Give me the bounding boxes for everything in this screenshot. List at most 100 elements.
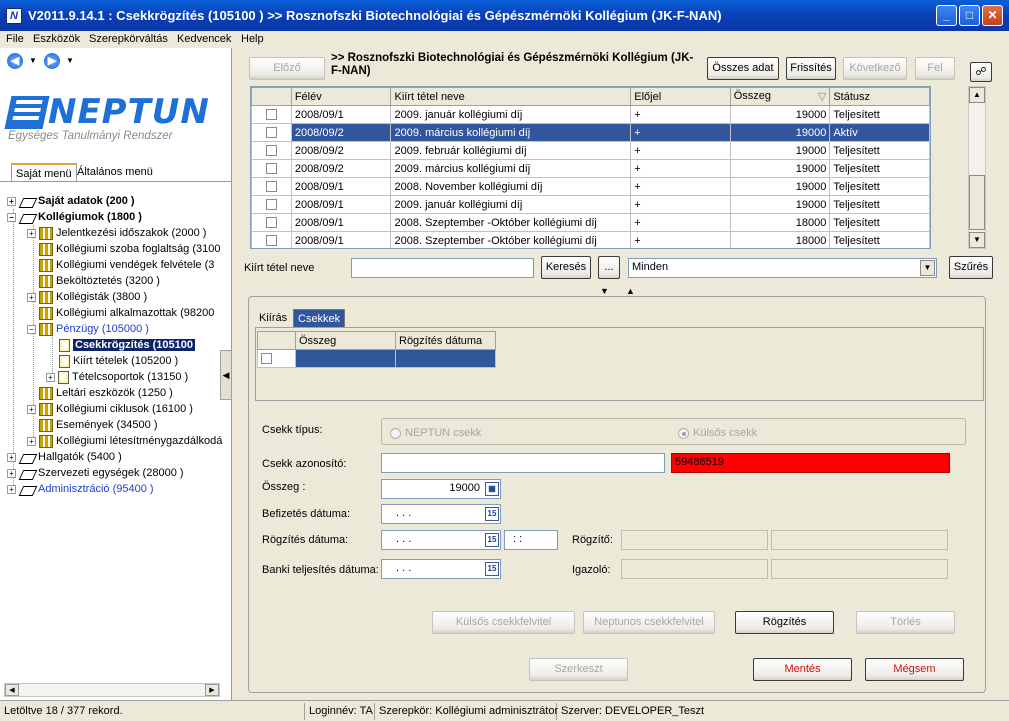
next-button[interactable]: Következő (843, 57, 907, 80)
cancel-button[interactable]: Mégsem (865, 658, 964, 681)
back-dropdown-icon[interactable]: ▼ (29, 56, 37, 65)
col-header-semester[interactable]: Félév (290, 87, 392, 106)
tab-checks[interactable]: Csekkek (293, 309, 346, 328)
tree-item-item-groups[interactable]: + Tételcsoportok (13150 ) (46, 369, 188, 385)
row-checkbox[interactable] (265, 217, 277, 229)
col-header-sign[interactable]: Előjel (630, 87, 731, 106)
search-button[interactable]: Keresés (541, 256, 591, 279)
tree-item-finance[interactable]: − Pénzügy (105000 ) (27, 321, 149, 337)
prev-button[interactable]: Előző (249, 57, 325, 80)
table-row[interactable]: 2008/09/1 2008. Szeptember -Október kollé… (251, 231, 930, 248)
scroll-right-icon[interactable]: ▶ (205, 684, 219, 696)
tree-item-inventory[interactable]: Leltári eszközök (1250 ) (39, 385, 173, 401)
tree-item-residents[interactable]: + Kollégisták (3800 ) (27, 289, 147, 305)
tab-general-menu[interactable]: Általános menü (73, 163, 157, 182)
table-row[interactable] (257, 349, 496, 368)
tree-item-check-recording[interactable]: Csekkrögzítés (105100 (59, 337, 196, 353)
tab-listing[interactable]: Kiírás (255, 309, 291, 328)
edit-button[interactable]: Szerkeszt (529, 658, 628, 681)
col-header-item-name[interactable]: Kiírt tétel neve (390, 87, 632, 106)
table-row[interactable]: 2008/09/2 2009. február kollégiumi díj +19… (251, 141, 930, 160)
bank-date-input[interactable]: . . . 15 (381, 559, 501, 579)
col-header-amount[interactable]: Összeg (295, 331, 396, 350)
row-checkbox[interactable] (265, 235, 277, 247)
forward-icon[interactable]: ▶ (44, 53, 60, 69)
row-checkbox[interactable] (261, 353, 272, 365)
menu-help[interactable]: Help (241, 33, 264, 45)
row-checkbox[interactable] (265, 127, 277, 139)
row-checkbox[interactable] (265, 181, 277, 193)
check-id-input[interactable] (381, 453, 665, 473)
table-row[interactable]: 2008/09/1 2009. január kollégiumi díj +190… (251, 105, 930, 124)
calculator-icon[interactable]: ▦ (485, 482, 499, 496)
table-row[interactable]: 2008/09/1 2009. január kollégiumi díj +190… (251, 195, 930, 214)
scroll-left-icon[interactable]: ◀ (5, 684, 19, 696)
tree-item-facilities[interactable]: + Kollégiumi létesítménygazdálkodá (27, 433, 222, 449)
calendar-icon[interactable]: 15 (485, 507, 499, 521)
splitter-up-icon[interactable]: ▲ (626, 286, 635, 296)
splitter-down-icon[interactable]: ▼ (600, 286, 609, 296)
tree-item-move-in[interactable]: Beköltöztetés (3200 ) (39, 273, 160, 289)
tree-item-students[interactable]: + Hallgatók (5400 ) (7, 449, 122, 465)
record-button[interactable]: Rögzítés (735, 611, 834, 634)
minimize-button[interactable]: _ (936, 5, 957, 26)
calendar-icon[interactable]: 15 (485, 562, 499, 576)
row-checkbox[interactable] (265, 109, 277, 121)
record-date-input[interactable]: . . . 15 (381, 530, 501, 550)
left-horizontal-scrollbar[interactable]: ◀ ▶ (4, 683, 220, 697)
window-title-bar[interactable]: N V2011.9.14.1 : Csekkrögzítés (105100 )… (0, 0, 1009, 31)
refresh-button[interactable]: Frissítés (786, 57, 836, 80)
chevron-down-icon[interactable]: ▼ (920, 260, 935, 276)
menu-tools[interactable]: Eszközök (33, 33, 80, 45)
tree-item-application-periods[interactable]: + Jelentkezési időszakok (2000 ) (27, 225, 206, 241)
forward-dropdown-icon[interactable]: ▼ (66, 56, 74, 65)
calendar-icon[interactable]: 15 (485, 533, 499, 547)
col-header-status[interactable]: Státusz (829, 87, 930, 106)
tree-item-room-occupancy[interactable]: Kollégiumi szoba foglaltság (3100 (39, 241, 221, 257)
table-row[interactable]: 2008/09/1 2008. November kollégiumi díj +1… (251, 177, 930, 196)
scroll-down-icon[interactable]: ▼ (969, 232, 985, 248)
filter-select[interactable]: Minden ▼ (628, 258, 937, 278)
tree-item-cycles[interactable]: + Kollégiumi ciklusok (16100 ) (27, 401, 193, 417)
menu-favorites[interactable]: Kedvencek (177, 33, 231, 45)
delete-button[interactable]: Törlés (856, 611, 955, 634)
tree-item-events[interactable]: Események (34500 ) (39, 417, 158, 433)
save-button[interactable]: Mentés (753, 658, 852, 681)
up-button[interactable]: Fel (915, 57, 955, 80)
tree-item-employees[interactable]: Kollégiumi alkalmazottak (98200 (39, 305, 214, 321)
collapse-panel-handle[interactable]: ◀ (220, 350, 232, 400)
row-checkbox[interactable] (265, 145, 277, 157)
menu-file[interactable]: File (6, 33, 24, 45)
items-vertical-scrollbar[interactable]: ▲ ▼ (968, 86, 986, 249)
filter-input[interactable] (351, 258, 534, 278)
amount-input[interactable]: 19000 ▦ (381, 479, 501, 499)
record-time-input[interactable]: : : (504, 530, 558, 550)
table-row[interactable]: 2008/09/1 2008. Szeptember -Október kollé… (251, 213, 930, 232)
neptun-check-button[interactable]: Neptunos csekkfelvitel (583, 611, 715, 634)
radio-neptun-check[interactable]: NEPTUN csekk (390, 427, 481, 439)
tree-item-own-data[interactable]: + Saját adatok (200 ) (7, 193, 135, 209)
tree-item-org-units[interactable]: + Szervezeti egységek (28000 ) (7, 465, 184, 481)
back-icon[interactable]: ◀ (7, 53, 23, 69)
all-data-button[interactable]: Összes adat (707, 57, 779, 80)
row-checkbox[interactable] (265, 163, 277, 175)
tree-item-listed-items[interactable]: Kiírt tételek (105200 ) (59, 353, 178, 369)
tree-item-guest-admission[interactable]: Kollégiumi vendégek felvétele (3 (39, 257, 214, 273)
row-checkbox[interactable] (265, 199, 277, 211)
menu-role-switch[interactable]: Szerepkörváltás (89, 33, 168, 45)
tree-item-administration[interactable]: + Adminisztráció (95400 ) (7, 481, 154, 497)
browse-button[interactable]: ... (598, 256, 620, 279)
scroll-up-icon[interactable]: ▲ (969, 87, 985, 103)
scroll-thumb[interactable] (969, 175, 985, 230)
col-header-amount[interactable]: Összeg ▽ (729, 87, 831, 106)
table-row[interactable]: 2008/09/2 2009. március kollégiumi díj +19… (251, 159, 930, 178)
close-button[interactable]: ✕ (982, 5, 1003, 26)
external-check-button[interactable]: Külsős csekkfelvitel (432, 611, 575, 634)
radio-external-check[interactable]: Külsős csekk (678, 427, 757, 439)
table-row[interactable]: 2008/09/2 2009. március kollégiumi díj +19… (251, 123, 930, 142)
tab-own-menu[interactable]: Saját menü (11, 163, 77, 182)
pin-icon[interactable]: ☍ (970, 62, 992, 82)
payment-date-input[interactable]: . . . 15 (381, 504, 501, 524)
maximize-button[interactable]: □ (959, 5, 980, 26)
tree-item-dormitories[interactable]: − Kollégiumok (1800 ) (7, 209, 142, 225)
